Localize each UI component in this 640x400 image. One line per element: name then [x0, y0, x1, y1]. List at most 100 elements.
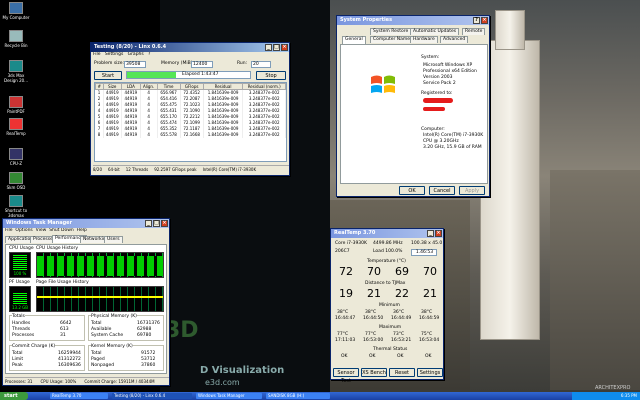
cancel-button[interactable]: Cancel: [429, 186, 455, 195]
table-cell: 72.1023: [180, 101, 204, 108]
menu-file[interactable]: File: [5, 228, 13, 233]
maximum-label: Maximum: [379, 325, 402, 330]
table-cell: 44919: [103, 125, 123, 132]
menu-shutdown[interactable]: Shut Down: [49, 228, 74, 233]
table-row[interactable]: 4 44919 44919 4 655.431 72.1090 1.841639e-009 3…: [95, 107, 286, 114]
general-panel: System: Microsoft Windows XP Professiona…: [340, 44, 488, 184]
table-row[interactable]: 7 44919 44919 4 655.352 72.1187 1.841639e-009 3…: [95, 125, 286, 132]
desktop-icon[interactable]: CPU-Z: [2, 148, 30, 166]
col-header[interactable]: Residual (norm.): [242, 83, 286, 90]
desktop-icon[interactable]: 3ds Max Design 20...: [2, 60, 30, 83]
taskbar-button-linx[interactable]: Testing (8/20) - Linx 0.6.4: [112, 393, 192, 399]
taskbar-button-sandisk[interactable]: SANDISK 8GB (H:): [266, 393, 330, 399]
tab-system-restore[interactable]: System Restore: [370, 28, 412, 35]
table-cell: 72.2212: [180, 113, 204, 120]
close-button[interactable]: ×: [161, 220, 168, 227]
runs-field[interactable]: 20: [251, 61, 271, 68]
apply-button[interactable]: Apply: [459, 186, 485, 195]
performance-panel: CPU Usage 100 % CPU Usage History PF Usa…: [5, 244, 167, 374]
close-button[interactable]: ×: [281, 44, 288, 51]
table-row[interactable]: 6 44919 44919 4 655.474 72.1099 1.841639e-009 3…: [95, 119, 286, 126]
table-row[interactable]: 3 44919 44919 4 655.475 72.1023 1.841639e-009 3…: [95, 101, 286, 108]
table-cell: 655.578: [157, 131, 181, 138]
menu-settings[interactable]: Settings: [105, 52, 123, 57]
menu-graphs[interactable]: Graphs: [128, 52, 144, 57]
table-cell: 72.1090: [180, 107, 204, 114]
realtemp-titlebar[interactable]: RealTemp 3.70 _ ×: [331, 229, 443, 238]
physical-memory-group: Physical Memory (K) Total 16731376 Availa…: [88, 314, 164, 341]
maximize-button[interactable]: □: [273, 44, 280, 51]
table-cell: 72.4352: [180, 89, 204, 96]
table-cell: 655.352: [157, 125, 181, 132]
maximize-button[interactable]: □: [153, 220, 160, 227]
table-cell: 3.248377e-002: [242, 107, 286, 114]
desktop-icon[interactable]: My Computer: [2, 2, 30, 20]
system-tray: 6:35 PM: [572, 392, 640, 400]
taskbar-button-taskmgr[interactable]: Windows Task Manager: [196, 393, 262, 399]
system-properties-window: System Properties ? × System Restore Aut…: [336, 15, 490, 197]
sysprops-titlebar[interactable]: System Properties ? ×: [337, 16, 489, 25]
tab-computer-name[interactable]: Computer Name: [370, 36, 414, 43]
desktop-icon[interactable]: RealTemp: [2, 118, 30, 136]
cpu-mhz: 4499.86 MHz: [373, 241, 403, 246]
sensor-test-button[interactable]: Sensor Test: [333, 368, 359, 384]
table-cell: 655.474: [157, 119, 181, 126]
close-button[interactable]: ×: [435, 230, 442, 237]
linx-titlebar[interactable]: Testing (8/20) - Linx 0.6.4 _ □ ×: [91, 43, 289, 52]
table-cell: 4: [140, 131, 158, 138]
tab-advanced[interactable]: Advanced: [440, 36, 469, 43]
table-cell: 3.248377e-002: [242, 113, 286, 120]
table-cell: 44919: [103, 119, 123, 126]
tab-remote[interactable]: Remote: [462, 28, 486, 35]
memory-field[interactable]: 12400: [191, 61, 213, 68]
table-row[interactable]: 5 44919 44919 4 655.170 72.2212 1.841639e-009 3…: [95, 113, 286, 120]
cpu-model: Core i7-3930K: [335, 241, 367, 246]
table-row[interactable]: 8 44919 44919 4 655.578 72.1668 1.841639e-009 3…: [95, 131, 286, 138]
desktop-icon[interactable]: Shortcut to 3dsmax: [2, 195, 30, 218]
close-button[interactable]: ×: [481, 17, 488, 24]
taskmgr-titlebar[interactable]: Windows Task Manager _ □ ×: [3, 219, 169, 228]
start-button[interactable]: Start: [94, 71, 122, 80]
redacted-org: [423, 107, 445, 111]
table-row[interactable]: 1 44919 44919 4 656.967 72.4352 1.841639e-009 3…: [95, 89, 286, 96]
table-cell: 3.248377e-002: [242, 119, 286, 126]
menu-help[interactable]: Help: [77, 228, 87, 233]
desktop-icon[interactable]: PaintPDF: [2, 96, 30, 114]
taskbar-button-realtemp[interactable]: RealTemp 3.70: [50, 393, 108, 399]
table-cell: 1.841639e-009: [203, 131, 244, 138]
reset-button[interactable]: Reset: [389, 368, 415, 377]
tab-automatic-updates[interactable]: Automatic Updates: [410, 28, 460, 35]
menu-options[interactable]: Options: [15, 228, 32, 233]
linx-statusbar: 8/20 64-bit 12 Threads 92.2597 GFlops pe…: [93, 165, 289, 173]
stop-button[interactable]: Stop: [256, 71, 286, 80]
xs-bench-button[interactable]: XS Bench: [361, 368, 387, 377]
sysprops-tabs: System Restore Automatic Updates Remote …: [340, 28, 488, 44]
minimize-button[interactable]: _: [265, 44, 272, 51]
tab-users[interactable]: Users: [104, 236, 123, 243]
menu-view[interactable]: View: [36, 228, 47, 233]
desktop-icon[interactable]: Recycle Bin: [2, 30, 30, 48]
problem-size-field[interactable]: 39508: [124, 61, 146, 68]
minimize-button[interactable]: _: [145, 220, 152, 227]
start-button[interactable]: start: [0, 392, 28, 400]
desktop-icon[interactable]: Skm OSD: [2, 172, 30, 190]
settings-button[interactable]: Settings: [417, 368, 443, 377]
redacted-owner: [423, 98, 453, 103]
cpuz-icon: [9, 148, 23, 160]
help-button[interactable]: ?: [473, 17, 480, 24]
clock[interactable]: 6:35 PM: [621, 393, 637, 398]
table-cell: 3.248377e-002: [242, 125, 286, 132]
shortcut-icon: [9, 195, 23, 207]
thermal-status-label: Thermal Status: [373, 347, 408, 352]
taskmgr-menubar: File Options View Shut Down Help: [3, 228, 169, 234]
table-cell: 3.248377e-002: [242, 95, 286, 102]
table-cell: 44919: [103, 113, 123, 120]
menu-help[interactable]: ?: [148, 52, 150, 57]
table-row[interactable]: 2 44919 44919 4 654.416 72.2087 1.841639e-009 3…: [95, 95, 286, 102]
ok-button[interactable]: OK: [399, 186, 425, 195]
tab-general[interactable]: General: [342, 36, 366, 44]
menu-file[interactable]: File: [93, 52, 101, 57]
tab-hardware[interactable]: Hardware: [410, 36, 438, 43]
recycle-bin-icon: [9, 30, 23, 42]
minimize-button[interactable]: _: [427, 230, 434, 237]
